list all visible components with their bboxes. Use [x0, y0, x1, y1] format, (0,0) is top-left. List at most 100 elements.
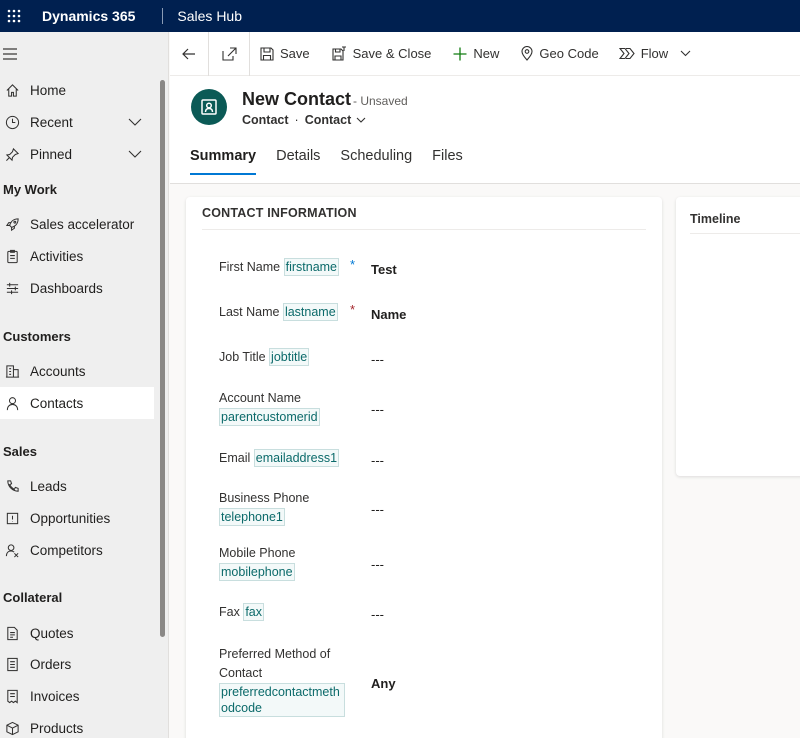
sidebar-item-sales-accelerator[interactable]: Sales accelerator	[0, 208, 154, 240]
clock-icon	[3, 113, 21, 131]
field-label: Fax fax	[219, 603, 265, 621]
sidebar-item-invoices[interactable]: Invoices	[0, 680, 154, 712]
chevron-down-icon[interactable]	[128, 150, 142, 158]
group-title-customers: Customers	[3, 329, 71, 344]
last-name-input[interactable]: Name	[371, 307, 406, 322]
sidebar-item-label: Leads	[30, 478, 67, 494]
back-arrow-icon	[182, 48, 195, 59]
save-and-close-button[interactable]: Save & Close	[332, 32, 432, 76]
sidebar-item-pinned[interactable]: Pinned	[0, 138, 154, 170]
tab-files[interactable]: Files	[432, 148, 463, 175]
sidebar-item-label: Home	[30, 82, 67, 98]
section-title: CONTACT INFORMATION	[202, 206, 357, 220]
open-in-new-window-icon	[221, 46, 237, 61]
opportunity-icon	[3, 509, 21, 527]
contact-information-section: CONTACT INFORMATION First Name firstname…	[186, 197, 662, 738]
field-label: Business Phone telephone1	[219, 491, 310, 526]
sidebar-item-label: Opportunities	[30, 510, 111, 526]
sidebar-item-competitors[interactable]: Competitors	[0, 534, 154, 566]
sidebar-item-label: Recent	[30, 114, 73, 130]
product-icon	[3, 719, 21, 737]
save-label: Save	[280, 46, 310, 61]
schema-name: mobilephone	[219, 563, 295, 581]
account-name-lookup[interactable]: ---	[371, 402, 384, 417]
timeline-panel: Timeline	[676, 197, 800, 476]
hamburger-menu-icon[interactable]	[0, 32, 168, 76]
chevron-down-icon[interactable]	[356, 117, 366, 123]
sidebar-item-label: Sales accelerator	[30, 216, 135, 232]
field-label: Email emailaddress1	[219, 449, 340, 467]
tab-scheduling[interactable]: Scheduling	[340, 148, 412, 175]
back-button[interactable]	[170, 32, 208, 76]
sidebar-item-opportunities[interactable]: Opportunities	[0, 502, 154, 534]
sidebar-item-orders[interactable]: Orders	[0, 648, 154, 680]
schema-name: parentcustomerid	[219, 408, 320, 426]
app-name[interactable]: Dynamics 365	[42, 8, 135, 24]
plus-icon	[453, 47, 467, 61]
tab-details[interactable]: Details	[276, 148, 320, 175]
flow-button[interactable]: Flow	[618, 32, 697, 76]
record-title: New Contact	[242, 89, 352, 109]
save-button[interactable]: Save	[260, 32, 310, 76]
map-pin-icon	[521, 46, 533, 61]
form-selector[interactable]: Contact	[305, 113, 352, 127]
sidebar-item-label: Products	[30, 720, 84, 736]
mobile-phone-input[interactable]: ---	[371, 557, 384, 572]
open-in-new-window-button[interactable]	[209, 32, 249, 76]
sidebar-item-products[interactable]: Products	[0, 712, 154, 738]
unsaved-status: - Unsaved	[353, 94, 408, 108]
sidebar-item-recent[interactable]: Recent	[0, 106, 154, 138]
timeline-title: Timeline	[690, 212, 741, 226]
required-indicator: *	[350, 257, 356, 272]
flow-label: Flow	[640, 46, 669, 61]
sidebar-item-leads[interactable]: Leads	[0, 470, 154, 502]
contact-avatar	[191, 89, 227, 125]
schema-name: preferredcontactmethodcode	[219, 683, 345, 717]
email-input[interactable]: ---	[371, 453, 384, 468]
command-bar: Save Save & Close New Geo Code Flow	[170, 31, 800, 76]
schema-name: fax	[243, 603, 265, 621]
separator-dot: ·	[294, 113, 299, 127]
sidebar-item-dashboards[interactable]: Dashboards	[0, 272, 154, 304]
sidebar-item-activities[interactable]: Activities	[0, 240, 154, 272]
sidebar-item-label: Orders	[30, 656, 72, 672]
chevron-down-icon[interactable]	[680, 50, 691, 57]
rocket-icon	[3, 215, 21, 233]
save-close-label: Save & Close	[352, 46, 432, 61]
geo-code-button[interactable]: Geo Code	[521, 32, 599, 76]
schema-name: lastname	[282, 303, 338, 321]
new-label: New	[473, 46, 500, 61]
sidebar-item-accounts[interactable]: Accounts	[0, 355, 154, 387]
sidebar-item-home[interactable]: Home	[0, 74, 154, 106]
tab-summary[interactable]: Summary	[190, 148, 257, 175]
required-indicator: *	[350, 302, 356, 317]
field-label: Account Name parentcustomerid	[219, 391, 320, 426]
field-label: Job Title jobtitle	[219, 348, 310, 366]
first-name-input[interactable]: Test	[371, 262, 397, 277]
section-divider	[202, 229, 646, 230]
geo-code-label: Geo Code	[539, 46, 599, 61]
job-title-input[interactable]: ---	[371, 352, 384, 367]
timeline-divider	[690, 233, 800, 234]
schema-name: emailaddress1	[253, 449, 340, 467]
hub-name[interactable]: Sales Hub	[177, 8, 242, 24]
app-launcher-icon[interactable]	[2, 0, 26, 32]
record-header: New Contact - Unsaved Contact · Contact …	[170, 76, 800, 184]
preferred-method-select[interactable]: Any	[371, 676, 396, 691]
chevron-down-icon[interactable]	[128, 118, 142, 126]
business-phone-input[interactable]: ---	[371, 502, 384, 517]
flow-icon	[618, 47, 635, 60]
sidebar-item-contacts[interactable]: Contacts	[0, 387, 154, 419]
sidebar-scrollbar[interactable]	[160, 80, 165, 637]
clipboard-icon	[3, 247, 21, 265]
new-button[interactable]: New	[453, 32, 499, 76]
top-bar: Dynamics 365 Sales Hub	[0, 0, 800, 32]
form-tabs: Summary Details Scheduling Files	[190, 148, 483, 175]
dashboard-icon	[3, 279, 21, 297]
fax-input[interactable]: ---	[371, 607, 384, 622]
sidebar-item-label: Activities	[30, 248, 84, 264]
sidebar-item-quotes[interactable]: Quotes	[0, 617, 154, 649]
sidebar-item-label: Competitors	[30, 542, 103, 558]
schema-name: telephone1	[219, 508, 285, 526]
quote-icon	[3, 624, 21, 642]
